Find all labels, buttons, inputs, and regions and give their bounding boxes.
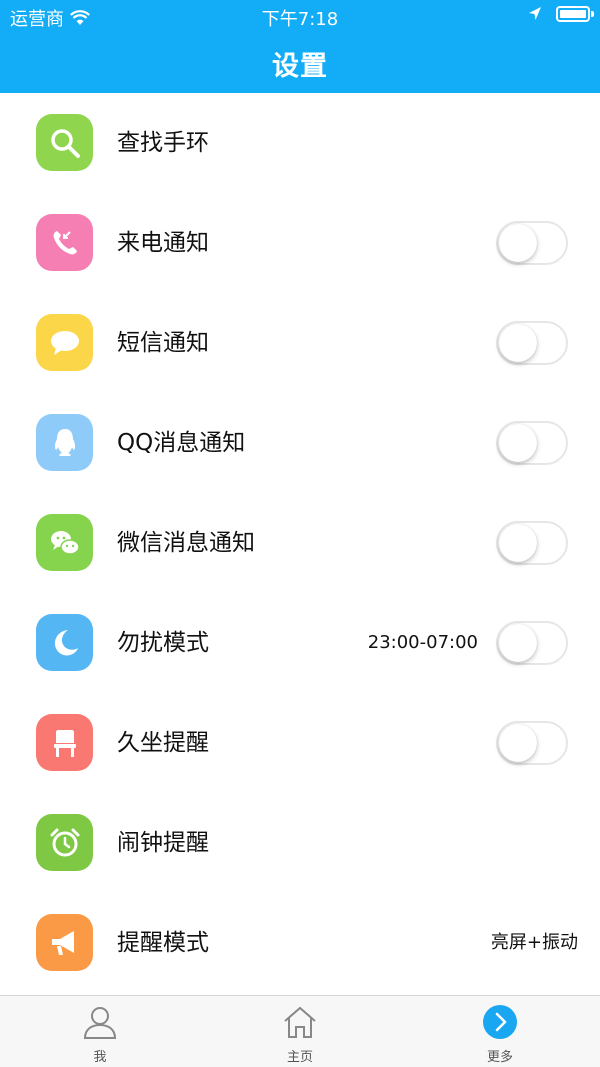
- tab-more-label: 更多: [486, 1050, 513, 1065]
- location-arrow-icon: [529, 7, 541, 20]
- toggle-knob: [499, 324, 537, 362]
- megaphone-icon: [36, 914, 93, 971]
- battery-icon: [556, 6, 594, 22]
- tab-more[interactable]: 更多: [400, 996, 600, 1067]
- settings-screen: 运营商 下午7:18 设置 查找手环 来电通知 短信通知 QQ消息通知 微信消息…: [0, 0, 600, 1067]
- qq-penguin-icon: [36, 414, 93, 471]
- toggle-knob: [499, 624, 537, 662]
- status-right: [528, 6, 594, 22]
- toggle-knob: [499, 424, 537, 462]
- status-bar: 运营商 下午7:18: [0, 0, 600, 32]
- row-label: QQ消息通知: [117, 430, 246, 456]
- sms-notification-toggle[interactable]: [496, 321, 568, 365]
- status-time: 下午7:18: [261, 9, 339, 30]
- find-band-row[interactable]: 查找手环: [0, 93, 600, 193]
- phone-icon: [36, 214, 93, 271]
- sedentary-reminder-toggle[interactable]: [496, 721, 568, 765]
- toggle-knob: [499, 724, 537, 762]
- alarm-clock-icon: [36, 814, 93, 871]
- header-bar: 运营商 下午7:18 设置: [0, 0, 600, 93]
- tab-bar: 我 主页 更多: [0, 995, 600, 1067]
- moon-icon: [36, 614, 93, 671]
- reminder-mode-row[interactable]: 提醒模式 亮屏+振动: [0, 893, 600, 993]
- wechat-icon: [36, 514, 93, 571]
- tab-home-label: 主页: [286, 1050, 313, 1065]
- row-label: 提醒模式: [117, 930, 209, 956]
- search-icon: [36, 114, 93, 171]
- toggle-knob: [499, 224, 537, 262]
- wechat-notification-row: 微信消息通知: [0, 493, 600, 593]
- tab-me[interactable]: 我: [0, 996, 200, 1067]
- call-notification-row: 来电通知: [0, 193, 600, 293]
- page-title: 设置: [272, 51, 328, 82]
- reminder-mode-value: 亮屏+振动: [490, 932, 578, 953]
- row-label: 短信通知: [117, 330, 209, 356]
- row-label: 来电通知: [117, 230, 209, 256]
- person-icon: [83, 1007, 117, 1039]
- row-label: 勿扰模式: [117, 630, 209, 656]
- message-bubble-icon: [36, 314, 93, 371]
- chevron-right-circle-icon: [483, 1005, 517, 1039]
- row-label: 闹钟提醒: [117, 830, 209, 856]
- row-label: 久坐提醒: [117, 730, 209, 756]
- dnd-time-range: 23:00-07:00: [367, 632, 478, 653]
- qq-notification-toggle[interactable]: [496, 421, 568, 465]
- do-not-disturb-row[interactable]: 勿扰模式 23:00-07:00: [0, 593, 600, 693]
- tab-me-label: 我: [93, 1050, 107, 1065]
- row-label: 微信消息通知: [117, 530, 255, 556]
- toggle-knob: [499, 524, 537, 562]
- alarm-reminder-row[interactable]: 闹钟提醒: [0, 793, 600, 893]
- chair-icon: [36, 714, 93, 771]
- tab-home[interactable]: 主页: [200, 996, 400, 1067]
- sedentary-reminder-row: 久坐提醒: [0, 693, 600, 793]
- sms-notification-row: 短信通知: [0, 293, 600, 393]
- wechat-notification-toggle[interactable]: [496, 521, 568, 565]
- row-label: 查找手环: [117, 130, 209, 156]
- qq-notification-row: QQ消息通知: [0, 393, 600, 493]
- settings-list: 查找手环 来电通知 短信通知 QQ消息通知 微信消息通知 勿扰模式 23:00-…: [0, 93, 600, 993]
- do-not-disturb-toggle[interactable]: [496, 621, 568, 665]
- home-icon: [284, 1006, 316, 1038]
- call-notification-toggle[interactable]: [496, 221, 568, 265]
